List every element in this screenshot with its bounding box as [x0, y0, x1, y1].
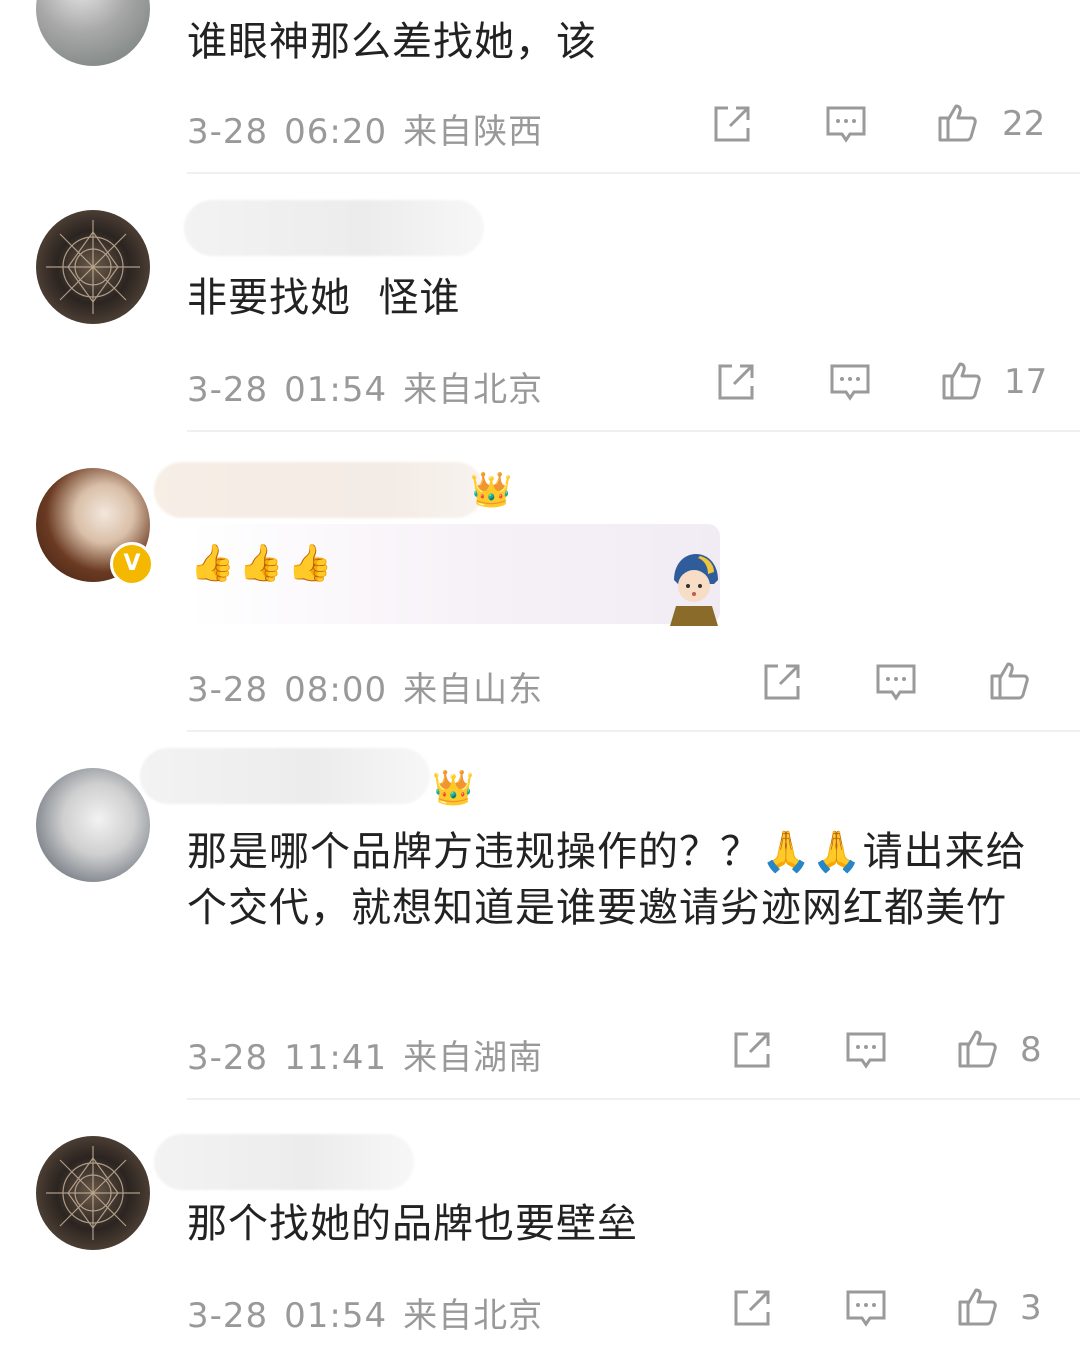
- comment-time: 06:20: [284, 112, 388, 152]
- comment-icon[interactable]: [844, 1028, 888, 1072]
- comment-time: 08:00: [284, 670, 388, 710]
- comment-date: 3-28: [187, 370, 269, 410]
- avatar-pattern-icon: [46, 220, 140, 314]
- comment-text: 那个找她的品牌也要壁垒: [187, 1201, 638, 1247]
- like-count: 3: [1020, 1288, 1042, 1328]
- share-icon[interactable]: [730, 1286, 774, 1330]
- comment-location: 来自陕西: [403, 112, 544, 152]
- comment-date: 3-28: [187, 670, 269, 710]
- comment-item: 谁眼神那么差找她，该 3-28 06:20 来自陕西 22: [0, 0, 1080, 174]
- comment-text: 非要找她 怪谁: [187, 275, 461, 321]
- username-redacted: [140, 748, 430, 804]
- share-icon[interactable]: [730, 1028, 774, 1072]
- comment-item: 非要找她 怪谁 3-28 01:54 来自北京 17: [0, 174, 1080, 432]
- avatar[interactable]: [36, 210, 150, 324]
- comment-item: 👑 那是哪个品牌方违规操作的？？🙏🙏请出来给个交代，就想知道是谁要邀请劣迹网红都…: [0, 732, 1080, 1100]
- comment-meta: 3-28 06:20 来自陕西: [187, 104, 559, 153]
- comment-location: 来自北京: [403, 1296, 544, 1336]
- comment-time: 11:41: [284, 1038, 388, 1078]
- comment-time: 01:54: [284, 370, 388, 410]
- girl-sticker-icon: [660, 546, 726, 626]
- share-icon[interactable]: [714, 360, 758, 404]
- thumbs-up-icon[interactable]: [956, 1026, 1000, 1070]
- username-redacted: [184, 200, 484, 256]
- comment-time: 01:54: [284, 1296, 388, 1336]
- comment-text: 那是哪个品牌方违规操作的？？🙏🙏请出来给个交代，就想知道是谁要邀请劣迹网红都美竹: [187, 829, 1027, 931]
- comment-item: V 👑 👍👍👍 3-28 08:00 来自山东: [0, 432, 1080, 732]
- avatar-pattern-icon: [46, 1146, 140, 1240]
- comment-date: 3-28: [187, 1296, 269, 1336]
- username-redacted: [154, 462, 484, 518]
- comment-meta: 3-28 01:54 来自北京: [187, 1288, 559, 1337]
- comment-meta: 3-28 01:54 来自北京: [187, 362, 559, 411]
- crown-icon: 👑: [470, 470, 513, 510]
- comment-date: 3-28: [187, 1038, 269, 1078]
- thumbs-up-icon[interactable]: [940, 358, 984, 402]
- share-icon[interactable]: [760, 660, 804, 704]
- comment-date: 3-28: [187, 112, 269, 152]
- thumbs-up-icon[interactable]: [936, 100, 980, 144]
- comment-item: 那个找她的品牌也要壁垒 3-28 01:54 来自北京 3: [0, 1100, 1080, 1356]
- comment-icon[interactable]: [824, 102, 868, 146]
- comment-location: 来自湖南: [403, 1038, 544, 1078]
- comment-location: 来自山东: [403, 670, 544, 710]
- comment-meta: 3-28 11:41 来自湖南: [187, 1030, 559, 1079]
- comment-text: 👍👍👍: [190, 543, 337, 584]
- comment-meta: 3-28 08:00 来自山东: [187, 662, 559, 711]
- comment-text: 谁眼神那么差找她，该: [187, 19, 597, 65]
- thumbs-up-icon[interactable]: [956, 1284, 1000, 1328]
- crown-icon: 👑: [432, 768, 475, 808]
- thumbs-up-icon[interactable]: [988, 658, 1032, 702]
- comment-location: 来自北京: [403, 370, 544, 410]
- share-icon[interactable]: [710, 102, 754, 146]
- comment-icon[interactable]: [828, 360, 872, 404]
- avatar[interactable]: [36, 768, 150, 882]
- avatar[interactable]: [36, 1136, 150, 1250]
- verified-badge-icon: V: [110, 542, 154, 586]
- like-count: 17: [1004, 362, 1048, 402]
- avatar[interactable]: [36, 0, 150, 66]
- like-count: 22: [1002, 104, 1046, 144]
- comment-icon[interactable]: [874, 660, 918, 704]
- comment-icon[interactable]: [844, 1286, 888, 1330]
- like-count: 8: [1020, 1030, 1042, 1070]
- username-redacted: [154, 1134, 414, 1190]
